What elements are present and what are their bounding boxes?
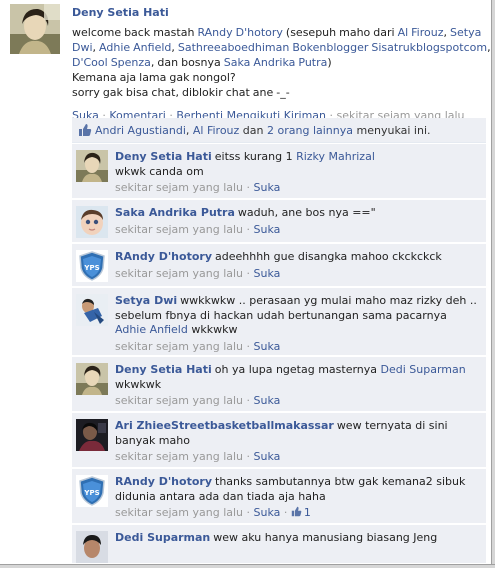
comment-item: Dedi Suparman wew aku hanya manusiang bia… xyxy=(72,525,486,564)
tag-link[interactable]: Rizky Mahrizal xyxy=(296,150,375,163)
profile-photo-icon xyxy=(76,363,108,395)
liker-link[interactable]: Andri Agustiandi xyxy=(95,124,186,137)
avatar[interactable]: YPS xyxy=(76,475,108,507)
shield-logo-icon: YPS xyxy=(76,250,108,282)
post-message: welcome back mastah RAndy D'hotory (sese… xyxy=(72,26,491,99)
avatar[interactable] xyxy=(10,4,60,54)
comment-like-link[interactable]: Suka xyxy=(254,223,281,236)
window-border-right xyxy=(491,0,495,568)
comment-author-link[interactable]: Ari ZhieeStreetbasketballmakassar xyxy=(115,419,334,432)
comment-meta: sekitar sejam yang lalu · Suka xyxy=(115,394,281,407)
profile-photo-icon xyxy=(76,206,108,238)
comment-timestamp[interactable]: sekitar sejam yang lalu xyxy=(115,340,243,353)
avatar[interactable] xyxy=(76,150,108,182)
svg-text:YPS: YPS xyxy=(83,489,99,497)
comment-author-link[interactable]: Dedi Suparman xyxy=(115,531,210,544)
comment-author-link[interactable]: Saka Andrika Putra xyxy=(115,206,235,219)
avatar[interactable] xyxy=(76,294,108,326)
avatar[interactable] xyxy=(76,363,108,395)
comment-meta: sekitar sejam yang lalu · Suka xyxy=(115,266,281,280)
comment-meta: sekitar sejam yang lalu · Suka xyxy=(115,222,281,236)
comment-like-link[interactable]: Suka xyxy=(254,506,281,519)
tag-link[interactable]: Saka Andrika Putra xyxy=(224,56,328,69)
comment-item: Deny Setia Hati oh ya lupa ngetag mastern… xyxy=(72,357,486,412)
comment-timestamp[interactable]: sekitar sejam yang lalu xyxy=(115,181,243,194)
tag-link[interactable]: Adhie Anfield xyxy=(115,323,188,336)
profile-photo-icon xyxy=(76,419,108,451)
comment-meta: sekitar sejam yang lalu · Suka xyxy=(115,181,281,194)
avatar[interactable] xyxy=(76,419,108,451)
tag-link[interactable]: Adhie Anfield xyxy=(99,41,171,54)
comment-author-link[interactable]: Deny Setia Hati xyxy=(115,150,212,163)
profile-photo-icon xyxy=(10,4,60,54)
profile-photo-icon xyxy=(76,150,108,182)
post-author-link[interactable]: Deny Setia Hati xyxy=(72,4,492,22)
comment-item: Saka Andrika Putra waduh, ane bos nya =="… xyxy=(72,200,486,243)
comment-item: Ari ZhieeStreetbasketballmakassar wew ter… xyxy=(72,413,486,468)
comment-author-link[interactable]: RAndy D'hotory xyxy=(115,475,212,488)
shield-logo-icon: YPS xyxy=(76,475,108,507)
tag-link[interactable]: RAndy D'hotory xyxy=(197,26,282,39)
tag-link[interactable]: D'Cool Spenza xyxy=(72,56,151,69)
profile-photo-icon xyxy=(76,531,108,563)
avatar[interactable] xyxy=(76,206,108,238)
thumbs-up-icon xyxy=(78,123,92,137)
profile-photo-icon xyxy=(76,294,108,326)
comment-like-link[interactable]: Suka xyxy=(254,394,281,407)
comment-timestamp[interactable]: sekitar sejam yang lalu xyxy=(115,267,243,280)
comment-item: YPS RAndy D'hotory thanks sambutannya btw… xyxy=(72,469,486,524)
thumbs-up-icon xyxy=(291,506,302,517)
avatar[interactable]: YPS xyxy=(76,250,108,282)
liker-link[interactable]: Al Firouz xyxy=(193,124,239,137)
comment-item: Setya Dwi wwkkwkw .. perasaan yg mulai ma… xyxy=(72,288,486,356)
comment-meta: sekitar sejam yang lalu · Suka xyxy=(115,450,281,463)
others-likers-link[interactable]: 2 orang lainnya xyxy=(267,124,353,137)
comment-item: Deny Setia Hati eitss kurang 1 Rizky Mahr… xyxy=(72,144,486,199)
tag-link[interactable]: Sathreeaboedhiman Bokenblogger Sisatrukb… xyxy=(178,41,487,54)
comment-like-link[interactable]: Suka xyxy=(254,450,281,463)
comment-author-link[interactable]: RAndy D'hotory xyxy=(115,250,212,263)
avatar[interactable] xyxy=(76,531,108,563)
comment-like-link[interactable]: Suka xyxy=(254,181,281,194)
comment-item: YPS RAndy D'hotory adeehhhh gue disangka … xyxy=(72,244,486,287)
tag-link[interactable]: Al Firouz xyxy=(398,26,444,39)
comment-timestamp[interactable]: sekitar sejam yang lalu xyxy=(115,450,243,463)
tag-link[interactable]: Dedi Suparman xyxy=(381,363,466,376)
comment-timestamp[interactable]: sekitar sejam yang lalu xyxy=(115,506,243,519)
comment-like-count[interactable]: 1 xyxy=(291,506,311,519)
comment-author-link[interactable]: Setya Dwi xyxy=(115,294,177,307)
comment-like-link[interactable]: Suka xyxy=(254,267,281,280)
svg-text:YPS: YPS xyxy=(83,264,99,272)
comment-timestamp[interactable]: sekitar sejam yang lalu xyxy=(115,394,243,407)
comment-meta: sekitar sejam yang lalu · Suka · 1 xyxy=(115,506,311,519)
comment-timestamp[interactable]: sekitar sejam yang lalu xyxy=(115,223,243,236)
comment-author-link[interactable]: Deny Setia Hati xyxy=(115,363,212,376)
comment-meta: sekitar sejam yang lalu · Suka xyxy=(115,339,281,353)
window-border-bottom xyxy=(0,564,495,568)
likes-summary: Andri Agustiandi, Al Firouz dan 2 orang … xyxy=(72,118,486,143)
comment-like-link[interactable]: Suka xyxy=(254,340,281,353)
